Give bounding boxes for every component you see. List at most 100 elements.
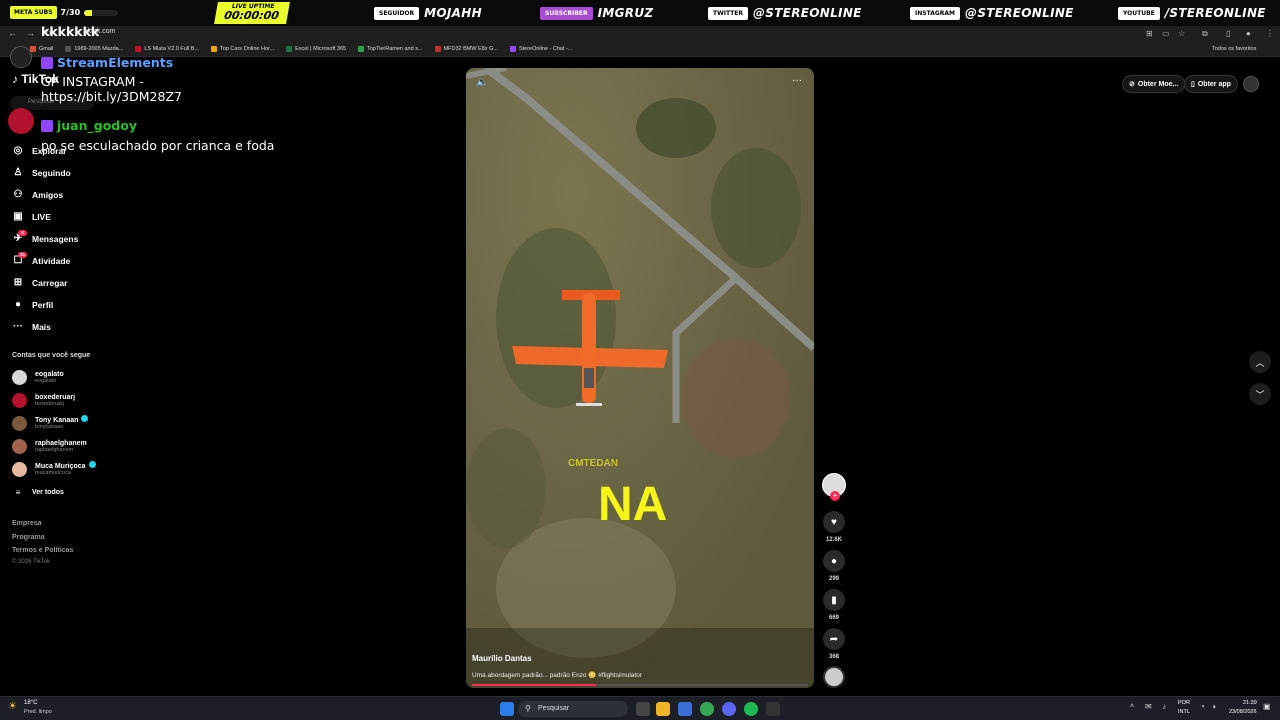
network-tray-icon[interactable]: ✉ [1145,702,1152,711]
bookmark-item[interactable]: StereOnline - Chat -... [509,46,573,52]
more-options-icon[interactable]: ··· [792,75,802,86]
sidepanel-icon[interactable]: ▯ [1226,29,1230,38]
all-bookmarks[interactable]: Todos os favoritos [1212,46,1256,52]
chrome-icon[interactable] [700,702,714,716]
mic-tray-icon[interactable]: ♪ [1162,702,1166,711]
meta-subs-tag: META SUBS [10,6,57,19]
sidebar-item-live[interactable]: ▣ LIVE [12,211,51,222]
bookmark-favicon-icon [434,46,441,52]
like-count: 12.6K [825,537,842,543]
get-app-button[interactable]: ▯ Obter app [1184,75,1238,93]
bookmark-item[interactable]: Excel | Microsoft 365 [286,46,346,52]
youtube-widget: YOUTUBE /STEREONLINE [1118,6,1266,20]
following-account[interactable]: boxederuarj boxederuarj [12,393,75,408]
account-handle: eogalato [35,378,57,384]
bookmark-item[interactable]: LS Miata V2.0 Full B... [135,46,199,52]
discord-icon[interactable] [722,702,736,716]
video-author[interactable]: Maurílio Dantas [472,654,532,663]
store-icon[interactable] [678,702,692,716]
sidebar-item-label: Perfil [32,299,54,310]
back-icon[interactable]: ← [8,28,17,38]
twitch-badge-icon [41,57,53,69]
sidebar-item-label: Mais [32,321,51,332]
uptime-value: 00:00:00 [223,9,281,22]
tray-overflow-icon[interactable]: ˄ [1130,703,1134,710]
spotify-icon[interactable] [744,702,758,716]
footer-link[interactable]: Programa [12,534,45,541]
avatar [12,462,27,477]
taskbar-search[interactable]: ⚲ Pesquisar [518,701,628,717]
user-avatar[interactable] [1243,76,1259,92]
following-account[interactable]: raphaelghanem raphaelghanem [12,439,87,454]
sidebar-item-atividade[interactable]: ☐ Atividade 31 [12,252,71,266]
sidebar-item-label: Seguindo [32,167,71,178]
bookmark-label: LS Miata V2.0 Full B... [144,46,200,52]
following-account[interactable]: Muca Muriçoca mucamuricoca [12,461,96,477]
music-disc-button[interactable] [822,666,846,688]
live-uptime-widget: LIVE UPTIME 00:00:00 [214,2,290,24]
bookmark-item[interactable]: 1989-2005 Mazda... [65,46,123,52]
video-overlay-big: NA [598,478,667,531]
next-video-button[interactable]: ﹀ [1249,383,1271,405]
translate-icon[interactable]: ⊞ [1146,29,1153,38]
sidebar-item-label: Atividade [32,255,71,266]
bookmark-item[interactable]: MFD32 BMW E8x G... [434,46,498,52]
bookmark-label: TopTierRamen and s... [367,46,423,52]
sidebar-item-perfil[interactable]: ● Perfil [12,299,53,310]
cast-icon[interactable]: ▭ [1162,29,1170,38]
bookmark-label: MFD32 BMW E8x G... [443,46,498,52]
footer-link[interactable]: Empresa [12,520,42,527]
weather-temp[interactable]: 18°C [24,700,37,706]
see-all-link[interactable]: ≡ Ver todos [12,488,64,497]
search-icon: ⚲ [525,704,531,713]
sidebar-item-label: Amigos [32,189,64,200]
account-handle: mucamuricoca [35,470,71,476]
chat-username: juan_godoy [57,118,137,133]
list-icon: ≡ [15,488,21,497]
sidebar-item-mensagens[interactable]: ✈ Mensagens 4 [12,230,78,244]
clock-time[interactable]: 21:39 [1243,700,1257,706]
get-coins-button[interactable]: ⊘ Obter Moe... [1122,75,1186,93]
forward-icon[interactable]: → [26,28,35,38]
volume-tray-icon[interactable]: ◗ [1212,702,1217,711]
sidebar-item-mais[interactable]: ··· Mais [12,321,51,332]
file-explorer-icon[interactable] [656,702,670,716]
bookmark-favicon-icon [358,46,365,52]
following-account[interactable]: Tony Kanaan tonykanaan [12,415,89,431]
bookmark-item[interactable]: Gmail [30,46,53,52]
get-app-label: Obter app [1197,80,1231,88]
account-handle: tonykanaan [35,424,64,430]
task-view-icon[interactable] [636,702,650,716]
wifi-icon[interactable]: ◔ [1200,702,1205,711]
avatar [12,370,27,385]
like-button[interactable]: ♥ 12.6K [822,511,846,543]
follow-plus-icon[interactable]: + [830,491,840,501]
comment-button[interactable]: ● 299 [822,550,846,582]
sidebar-item-amigos[interactable]: ⚇ Amigos [12,189,64,200]
bookmark-item[interactable]: Top Cars Online Hor... [211,46,274,52]
video-player[interactable]: CMTEDAN NA 🔈 ··· Maurílio Dantas Uma abo… [466,68,814,688]
menu-icon[interactable]: ⋮ [1266,29,1274,38]
terminal-icon[interactable] [766,702,780,716]
video-progress-track[interactable] [472,684,808,686]
star-icon[interactable]: ☆ [1178,29,1185,38]
start-icon[interactable] [500,702,514,716]
previous-video-button[interactable]: ︿ [1249,351,1271,373]
profile-icon[interactable]: ● [1246,29,1251,38]
notifications-icon[interactable]: ▣ [1263,702,1271,711]
bookmark-item[interactable]: TopTierRamen and s... [358,46,423,52]
chat-username: StreamElements [57,55,174,70]
sidebar-item-carregar[interactable]: ⊞ Carregar [12,277,68,288]
twitter-tag: TWITTER [708,6,748,20]
author-avatar-button[interactable]: + [822,473,846,501]
language-top[interactable]: POR [1178,700,1190,706]
save-button[interactable]: ▮ 669 [822,589,846,621]
bookmark-label: StereOnline - Chat -... [518,46,573,52]
footer-link[interactable]: Termos e Políticas [12,547,73,554]
following-account[interactable]: eogalato eogalato [12,370,64,385]
extensions-icon[interactable]: ⧉ [1202,29,1208,39]
sidebar-item-seguindo[interactable]: ♙ Seguindo [12,167,71,178]
volume-icon[interactable]: 🔈 [476,77,488,88]
chat-user-avatar [8,108,34,134]
share-button[interactable]: ➦ 368 [822,628,846,660]
